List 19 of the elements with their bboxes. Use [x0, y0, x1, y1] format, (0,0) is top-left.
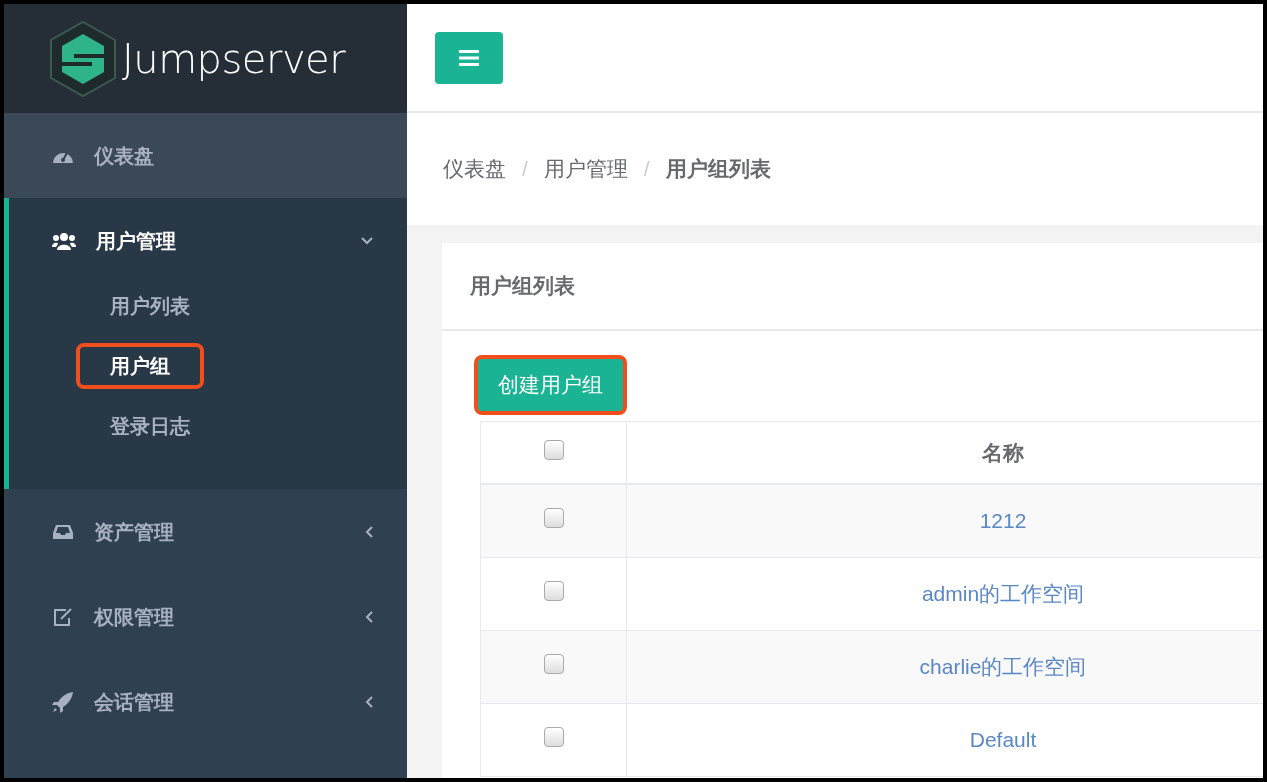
- group-link[interactable]: admin的工作空间: [921, 581, 1085, 605]
- breadcrumb-separator: /: [522, 156, 528, 183]
- group-link[interactable]: 1212: [979, 509, 1027, 532]
- breadcrumb-separator: /: [643, 156, 650, 183]
- sidebar-item[interactable]: 资产管理: [4, 489, 407, 574]
- sidebar-item[interactable]: 权限管理: [4, 574, 407, 659]
- submenu-item[interactable]: 用户列表: [76, 283, 224, 329]
- panel-title: 用户组列表: [470, 273, 575, 300]
- brand-name: Jumpserver: [122, 34, 346, 84]
- submenu-item[interactable]: 登录日志: [76, 403, 224, 449]
- breadcrumb-item[interactable]: 用户管理: [543, 153, 628, 185]
- group-link[interactable]: charlie的工作空间: [919, 654, 1087, 678]
- create-group-button[interactable]: 创建用户组: [474, 355, 627, 415]
- breadcrumb-item[interactable]: 仪表盘: [443, 153, 506, 185]
- sidebar-item[interactable]: 会话管理: [4, 659, 407, 744]
- group-link[interactable]: Default: [969, 727, 1037, 751]
- sidebar-item[interactable]: 用户管理: [9, 198, 407, 283]
- breadcrumb-item: 用户组列表: [665, 156, 771, 183]
- submenu-item[interactable]: 用户组: [76, 343, 204, 389]
